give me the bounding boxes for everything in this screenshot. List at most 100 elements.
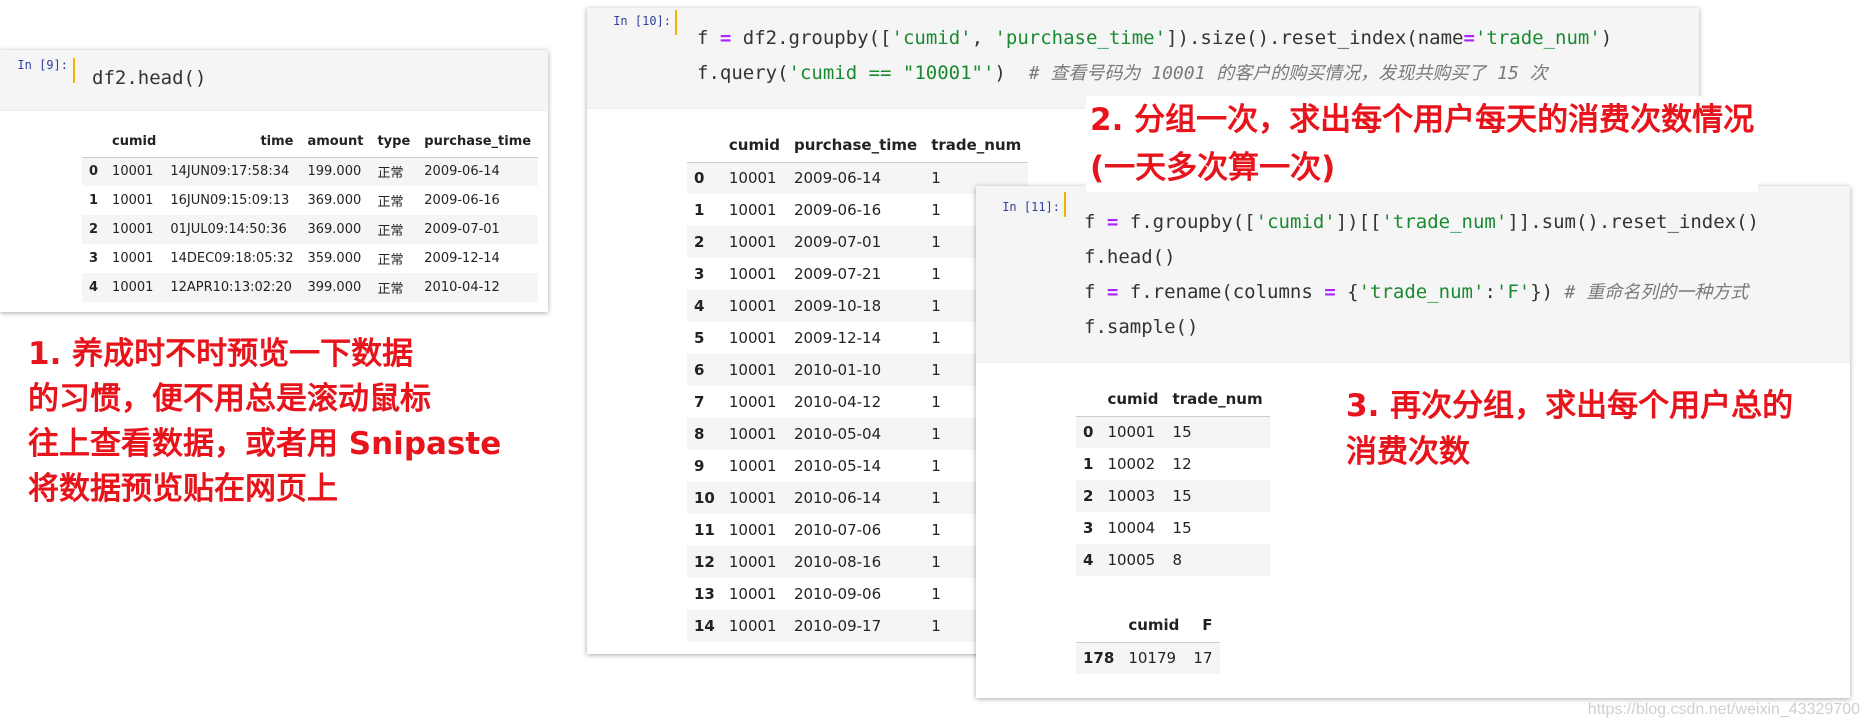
table-cell: 10001 <box>112 251 154 266</box>
code-line-1[interactable]: f = df2.groupby(['cumid', 'purchase_time… <box>697 20 1612 56</box>
input-area[interactable]: In [9]: df2.head() <box>0 50 548 111</box>
table-cell: 2010-08-16 <box>793 553 882 571</box>
annotation-line: (一天多次算一次) <box>1090 150 1336 186</box>
row-index: 0 <box>694 169 705 188</box>
row-index: 3 <box>1083 519 1094 537</box>
table-cell: 2009-06-16 <box>793 201 882 219</box>
annotation-1: 1. 养成时不时预览一下数据 的习惯，便不用总是滚动鼠标 往上查看数据，或者用 … <box>28 332 501 512</box>
dataframe-table: cumid time amount type purchase_time 0 10001 14… <box>82 126 539 302</box>
table-cell: 399.000 <box>307 280 362 295</box>
input-prompt: In [9]: <box>17 58 68 72</box>
row-index: 14 <box>694 617 715 635</box>
code-token: ]).size().reset_index(name <box>1166 27 1464 49</box>
table-cell: 01JUL09:14:50:36 <box>170 222 287 237</box>
table-cell: 10001 <box>728 489 777 507</box>
input-prompt: In [11]: <box>1002 200 1060 214</box>
code-token: f.sample() <box>1084 316 1199 338</box>
annotation-line: 往上查看数据，或者用 Snipaste <box>28 426 502 462</box>
table-cell: 2010-07-06 <box>793 521 882 539</box>
row-index: 7 <box>694 393 705 411</box>
column-header: time <box>260 133 294 149</box>
string-token: 'F' <box>1495 281 1531 303</box>
string-token: 'trade_num' <box>1474 27 1601 49</box>
column-header: cumid <box>1128 615 1180 634</box>
table-cell: 10001 <box>728 457 777 475</box>
operator-token: = <box>1106 211 1119 233</box>
operator-token: = <box>1463 27 1475 49</box>
operator-token: = <box>1106 281 1119 303</box>
row-index: 3 <box>89 251 99 266</box>
code-line-1[interactable]: f = f.groupby(['cumid'])[['trade_num']].… <box>1084 204 1759 240</box>
table-cell: 15 <box>1172 423 1192 442</box>
annotation-line: 将数据预览贴在网页上 <box>28 471 338 507</box>
column-header: cumid <box>1107 389 1159 408</box>
table-cell: 10001 <box>112 164 154 180</box>
dataframe-table: cumid trade_num 0 10001 15 1 10002 12 2 10003 15 3 1… <box>1076 382 1270 576</box>
string-token: 'purchase_time' <box>994 27 1167 49</box>
table-row: 4 10005 8 <box>1076 544 1270 576</box>
table-cell: 17 <box>1193 649 1213 668</box>
table-header-row: cumid purchase_time trade_num <box>687 128 1029 162</box>
row-index: 4 <box>1083 551 1094 569</box>
code-line-2[interactable]: f.head() <box>1084 239 1176 275</box>
table-row: 0 10001 14JUN09:17:58:34 199.000 正常 2009-06-1… <box>82 157 539 186</box>
annotation-line: 1. 养成时不时预览一下数据 <box>28 336 414 372</box>
table-row: 1 10001 16JUN09:15:09:13 369.000 正常 2009-06-1… <box>82 186 538 215</box>
table-cell: 2009-06-14 <box>424 164 500 180</box>
table-row: 0 10001 15 <box>1076 416 1270 448</box>
table-cell: 14JUN09:17:58:34 <box>170 164 290 180</box>
table-cell: 2010-04-12 <box>424 280 500 295</box>
table-cell: 10001 <box>728 585 777 603</box>
code-line-2[interactable]: f.query('cumid == "10001"') # 查看号码为 1000… <box>697 55 1548 92</box>
string-token: 'trade_num' <box>1358 281 1485 303</box>
code-token: { <box>1335 281 1359 303</box>
table-row: 2 10001 01JUL09:14:50:36 369.000 正常 2009-07-0… <box>82 215 539 244</box>
code-token: f <box>697 27 720 49</box>
code-token: ) <box>994 62 1029 84</box>
cell-edge-marker <box>1064 192 1066 217</box>
code-token: ]].sum().reset_index() <box>1507 211 1759 233</box>
index-header <box>1076 608 1121 642</box>
code-token: f <box>1084 211 1107 233</box>
table-cell: 2009-07-01 <box>793 233 882 251</box>
notebook-cell-9[interactable]: In [9]: df2.head() cumid time amount type pu… <box>0 50 548 312</box>
table-cell: 199.000 <box>307 164 362 180</box>
table-cell: 2010-09-17 <box>793 617 882 635</box>
table-row: 2 10003 15 <box>1076 480 1270 512</box>
index-header <box>1076 382 1100 416</box>
code-token: : <box>1484 281 1496 303</box>
table-cell: 10001 <box>728 425 777 443</box>
table-cell: 正常 <box>377 195 404 210</box>
operator-token: = <box>719 27 732 49</box>
row-index: 0 <box>89 164 99 180</box>
input-area[interactable]: In [11]: f = f.groupby(['cumid'])[['trad… <box>976 186 1850 363</box>
code-line[interactable]: df2.head() <box>92 60 206 96</box>
string-token: 'cumid' <box>1255 211 1336 233</box>
table-cell: 10001 <box>728 201 777 219</box>
table-cell: 2009-06-14 <box>793 169 882 188</box>
comment-token: # 查看号码为 10001 的客户的购买情况，发现共购买了 15 次 <box>1028 63 1548 84</box>
code-text: df2.head() <box>92 67 207 89</box>
table-cell: 12APR10:13:02:20 <box>170 280 292 295</box>
code-line-3[interactable]: f = f.rename(columns = {'trade_num':'F'}… <box>1084 274 1748 311</box>
table-cell: 2009-07-21 <box>793 265 882 283</box>
table-cell: 10001 <box>728 361 777 379</box>
table-cell: 16JUN09:15:09:13 <box>170 193 290 208</box>
code-token: f.rename(columns <box>1118 281 1325 303</box>
code-token: f.groupby([ <box>1118 211 1256 233</box>
table-cell: 2009-07-01 <box>424 222 500 237</box>
table-row: 1 10002 12 <box>1076 448 1270 480</box>
code-token: }) <box>1530 281 1565 303</box>
index-header <box>687 128 722 162</box>
input-area[interactable]: In [10]: f = df2.groupby(['cumid', 'purc… <box>587 8 1699 109</box>
code-line-4[interactable]: f.sample() <box>1084 309 1198 345</box>
code-token: f <box>1084 281 1107 303</box>
code-token: ) <box>1600 27 1613 49</box>
table-cell: 10001 <box>728 521 777 539</box>
table-cell: 10001 <box>728 393 777 411</box>
row-index: 9 <box>694 457 705 475</box>
table-cell: 10002 <box>1107 455 1156 473</box>
table-cell: 15 <box>1172 487 1192 505</box>
table-cell: 10001 <box>728 617 777 635</box>
annotation-line: 2. 分组一次，求出每个用户每天的消费次数情况 <box>1090 102 1755 138</box>
